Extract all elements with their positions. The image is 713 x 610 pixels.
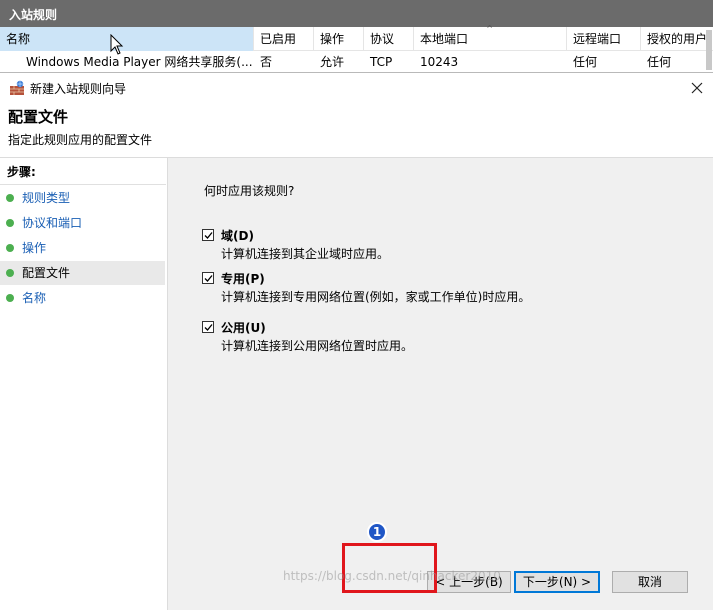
public-checkbox[interactable] [202,321,214,333]
column-header-row: 名称 已启用 操作 协议 本地端口 远程端口 授权的用户 ⌃ [0,23,713,51]
step-status-dot-icon [6,219,14,227]
wizard-dialog: 新建入站规则向导 配置文件 指定此规则应用的配置文件 步骤: 规则类型 协议和端… [0,72,713,610]
column-header-remote-port[interactable]: 远程端口 [567,27,641,51]
dialog-title: 新建入站规则向导 [30,82,127,96]
step-label: 操作 [22,241,47,255]
checkmark-icon [204,324,213,331]
rule-enabled: 否 [260,55,273,69]
column-header-enabled[interactable]: 已启用 [254,27,314,51]
column-header-label: 操作 [320,32,345,46]
step-rule-type[interactable]: 规则类型 [0,186,165,210]
question-text: 何时应用该规则? [204,184,295,198]
column-header-action[interactable]: 操作 [314,27,364,51]
close-icon[interactable] [688,79,706,97]
step-name[interactable]: 名称 [0,286,165,310]
step-status-dot-icon [6,269,14,277]
watermark-text: https://blog.csdn.net/qinhacker2010 [283,569,501,583]
checkmark-icon [204,232,213,239]
rule-action: 允许 [320,55,345,69]
column-header-label: 协议 [370,32,395,46]
option-label: 公用(U) [221,321,266,335]
page-title: 配置文件 [8,108,69,126]
step-label: 名称 [22,291,47,305]
step-status-dot-icon [6,194,14,202]
next-button[interactable]: 下一步(N) > [514,571,600,593]
step-protocol-port[interactable]: 协议和端口 [0,211,165,235]
checkmark-icon [204,275,213,282]
firewall-icon [10,80,24,95]
sort-ascending-icon: ⌃ [485,23,495,36]
table-row[interactable]: Windows Media Player 网络共享服务(... 否 允许 TCP… [0,52,713,74]
steps-divider [0,184,166,185]
step-profile[interactable]: 配置文件 [0,261,165,285]
step-label: 配置文件 [22,266,71,280]
option-label: 域(D) [221,229,254,243]
steps-panel: 步骤: 规则类型 协议和端口 操作 配置文件 名称 [0,158,168,610]
step-status-dot-icon [6,244,14,252]
rule-remote-port: 任何 [573,55,598,69]
column-header-label: 名称 [6,32,31,46]
column-header-name[interactable]: 名称 [0,27,254,51]
column-header-label: 本地端口 [420,32,469,46]
step-status-dot-icon [6,294,14,302]
dialog-title-bar: 新建入站规则向导 [0,73,713,103]
annotation-highlight-box [342,543,437,593]
mouse-pointer-icon [110,34,124,55]
rule-protocol: TCP [370,55,393,69]
column-header-label: 远程端口 [573,32,622,46]
vertical-scrollbar[interactable] [706,30,712,70]
column-header-protocol[interactable]: 协议 [364,27,414,51]
option-label: 专用(P) [221,272,265,286]
page-subtitle: 指定此规则应用的配置文件 [8,133,153,147]
content-panel: 何时应用该规则? 域(D) 计算机连接到其企业域时应用。 专用(P) 计算机连接… [168,158,713,610]
rule-name: Windows Media Player 网络共享服务(... [26,55,253,69]
window-title-bar: 入站规则 [0,0,713,27]
cancel-button[interactable]: 取消 [612,571,688,593]
step-label: 协议和端口 [22,216,83,230]
column-header-authorized-users[interactable]: 授权的用户 [641,27,713,51]
option-description: 计算机连接到专用网络位置(例如，家或工作单位)时应用。 [221,290,531,304]
window-title: 入站规则 [9,8,58,22]
domain-checkbox[interactable] [202,229,214,241]
rule-local-port: 10243 [420,55,459,69]
step-action[interactable]: 操作 [0,236,165,260]
step-label: 规则类型 [22,191,71,205]
rule-authorized-users: 任何 [647,55,672,69]
column-header-label: 已启用 [260,32,297,46]
private-checkbox[interactable] [202,272,214,284]
option-description: 计算机连接到其企业域时应用。 [221,247,390,261]
option-description: 计算机连接到公用网络位置时应用。 [221,339,414,353]
steps-title: 步骤: [7,165,36,179]
column-header-label: 授权的用户 [647,32,708,46]
step-number-badge: 1 [367,522,387,542]
